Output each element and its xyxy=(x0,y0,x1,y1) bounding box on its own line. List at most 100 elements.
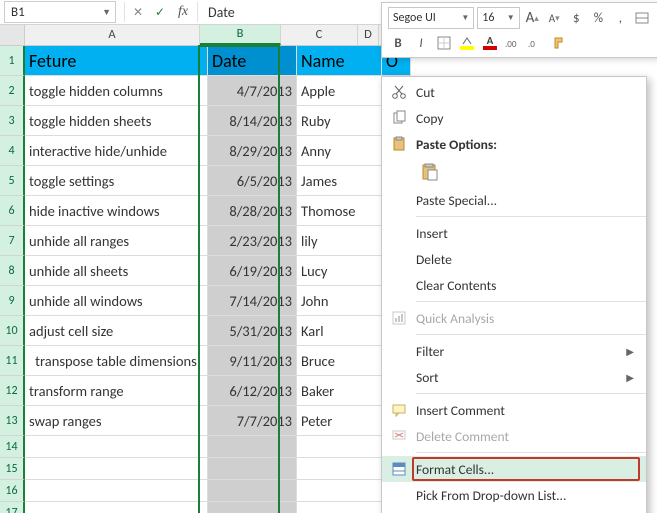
borders-icon[interactable] xyxy=(434,33,454,53)
menu-format-cells[interactable]: Format Cells... xyxy=(382,456,646,482)
italic-button[interactable]: I xyxy=(411,33,431,53)
cell[interactable]: 6/12/2013 xyxy=(208,376,297,406)
row-header[interactable]: 9 xyxy=(0,286,25,316)
font-color-icon[interactable]: A xyxy=(480,33,500,53)
cell[interactable]: 6/5/2013 xyxy=(208,166,297,196)
menu-delete[interactable]: Delete xyxy=(382,246,646,272)
cell[interactable]: Apple xyxy=(297,76,382,106)
row-header[interactable]: 10 xyxy=(0,316,25,346)
format-painter-icon[interactable] xyxy=(549,33,569,53)
decrease-decimal-icon[interactable]: .00 xyxy=(503,33,523,53)
cell[interactable]: Lucy xyxy=(297,256,382,286)
currency-icon[interactable]: $ xyxy=(567,8,586,28)
cell[interactable]: 9/11/2013 xyxy=(208,346,297,376)
cell[interactable]: swap ranges xyxy=(25,406,208,436)
cell[interactable]: 4/7/2013 xyxy=(208,76,297,106)
menu-copy[interactable]: Copy xyxy=(382,105,646,131)
cell[interactable] xyxy=(208,436,297,458)
cell[interactable]: toggle hidden sheets xyxy=(25,106,208,136)
cell[interactable]: Peter xyxy=(297,406,382,436)
row-header[interactable]: 4 xyxy=(0,136,25,166)
row-header[interactable]: 13 xyxy=(0,406,25,436)
cell[interactable]: adjust cell size xyxy=(25,316,208,346)
cell[interactable] xyxy=(297,436,382,458)
accept-formula-icon[interactable]: ✓ xyxy=(149,2,171,22)
menu-cut[interactable]: Cut xyxy=(382,79,646,105)
cell[interactable]: toggle settings xyxy=(25,166,208,196)
merge-icon[interactable] xyxy=(633,8,652,28)
cell[interactable]: transform range xyxy=(25,376,208,406)
cell[interactable] xyxy=(208,480,297,502)
chevron-down-icon[interactable]: ▼ xyxy=(102,7,111,18)
cell[interactable] xyxy=(25,480,208,502)
cell[interactable]: James xyxy=(297,166,382,196)
menu-paste-special[interactable]: Paste Special... xyxy=(382,187,646,213)
row-header[interactable]: 5 xyxy=(0,166,25,196)
cell[interactable]: 8/29/2013 xyxy=(208,136,297,166)
paste-button[interactable] xyxy=(416,158,444,186)
cell[interactable]: Anny xyxy=(297,136,382,166)
fill-color-icon[interactable] xyxy=(457,33,477,53)
comma-icon[interactable]: , xyxy=(611,8,630,28)
cell[interactable] xyxy=(297,480,382,502)
increase-decimal-icon[interactable]: .0 xyxy=(526,33,546,53)
row-header[interactable]: 11 xyxy=(0,346,25,376)
cell[interactable]: 7/7/2013 xyxy=(208,406,297,436)
cell[interactable]: hide inactive windows xyxy=(25,196,208,226)
column-header-D[interactable]: D xyxy=(358,25,379,45)
menu-insert[interactable]: Insert xyxy=(382,220,646,246)
cell[interactable]: unhide all ranges xyxy=(25,226,208,256)
cell[interactable]: 8/28/2013 xyxy=(208,196,297,226)
menu-clear-contents[interactable]: Clear Contents xyxy=(382,272,646,298)
cell[interactable] xyxy=(25,436,208,458)
column-header-B[interactable]: B xyxy=(200,25,281,45)
menu-pick-from-list[interactable]: Pick From Drop-down List... xyxy=(382,482,646,508)
cell[interactable]: Baker xyxy=(297,376,382,406)
row-header[interactable]: 15 xyxy=(0,458,25,480)
cell[interactable]: unhide all sheets xyxy=(25,256,208,286)
row-header[interactable]: 17 xyxy=(0,502,25,513)
cell[interactable] xyxy=(208,458,297,480)
row-header[interactable]: 16 xyxy=(0,480,25,502)
row-header[interactable]: 3 xyxy=(0,106,25,136)
fx-icon[interactable]: fx xyxy=(171,4,195,20)
row-header[interactable]: 6 xyxy=(0,196,25,226)
cell[interactable]: unhide all windows xyxy=(25,286,208,316)
row-header[interactable]: 7 xyxy=(0,226,25,256)
menu-sort[interactable]: Sort ▶ xyxy=(382,364,646,390)
increase-font-icon[interactable]: A▴ xyxy=(523,8,542,28)
cell[interactable]: Date xyxy=(208,46,297,76)
select-all-corner[interactable] xyxy=(0,25,25,45)
cell[interactable]: 5/31/2013 xyxy=(208,316,297,346)
font-size-select[interactable]: 16 ▼ xyxy=(477,7,519,29)
name-box[interactable]: B1 ▼ xyxy=(4,1,116,23)
cell[interactable]: 6/19/2013 xyxy=(208,256,297,286)
row-header[interactable]: 12 xyxy=(0,376,25,406)
cell[interactable] xyxy=(297,458,382,480)
cell[interactable]: Ruby xyxy=(297,106,382,136)
cell[interactable]: 7/14/2013 xyxy=(208,286,297,316)
menu-filter[interactable]: Filter ▶ xyxy=(382,338,646,364)
row-header[interactable]: 1 xyxy=(0,46,25,76)
cell[interactable]: toggle hidden columns xyxy=(25,76,208,106)
column-header-C[interactable]: C xyxy=(281,25,358,45)
cell[interactable] xyxy=(297,502,382,513)
cell[interactable]: Bruce xyxy=(297,346,382,376)
cell[interactable]: lily xyxy=(297,226,382,256)
cell[interactable]: interactive hide/unhide xyxy=(25,136,208,166)
cell[interactable]: John xyxy=(297,286,382,316)
cell[interactable]: Karl xyxy=(297,316,382,346)
cell[interactable]: transpose table dimensions xyxy=(25,346,208,376)
cell[interactable]: Thomose xyxy=(297,196,382,226)
cancel-formula-icon[interactable]: ✕ xyxy=(127,2,149,22)
cell[interactable] xyxy=(25,502,208,513)
cell[interactable]: Name xyxy=(297,46,382,76)
row-header[interactable]: 14 xyxy=(0,436,25,458)
menu-insert-comment[interactable]: Insert Comment xyxy=(382,397,646,423)
cell[interactable] xyxy=(208,502,297,513)
cell[interactable]: 8/14/2013 xyxy=(208,106,297,136)
cell[interactable]: 2/23/2013 xyxy=(208,226,297,256)
cell[interactable]: Feture xyxy=(25,46,208,76)
font-name-select[interactable]: Segoe UI ▼ xyxy=(388,7,474,29)
cell[interactable] xyxy=(25,458,208,480)
